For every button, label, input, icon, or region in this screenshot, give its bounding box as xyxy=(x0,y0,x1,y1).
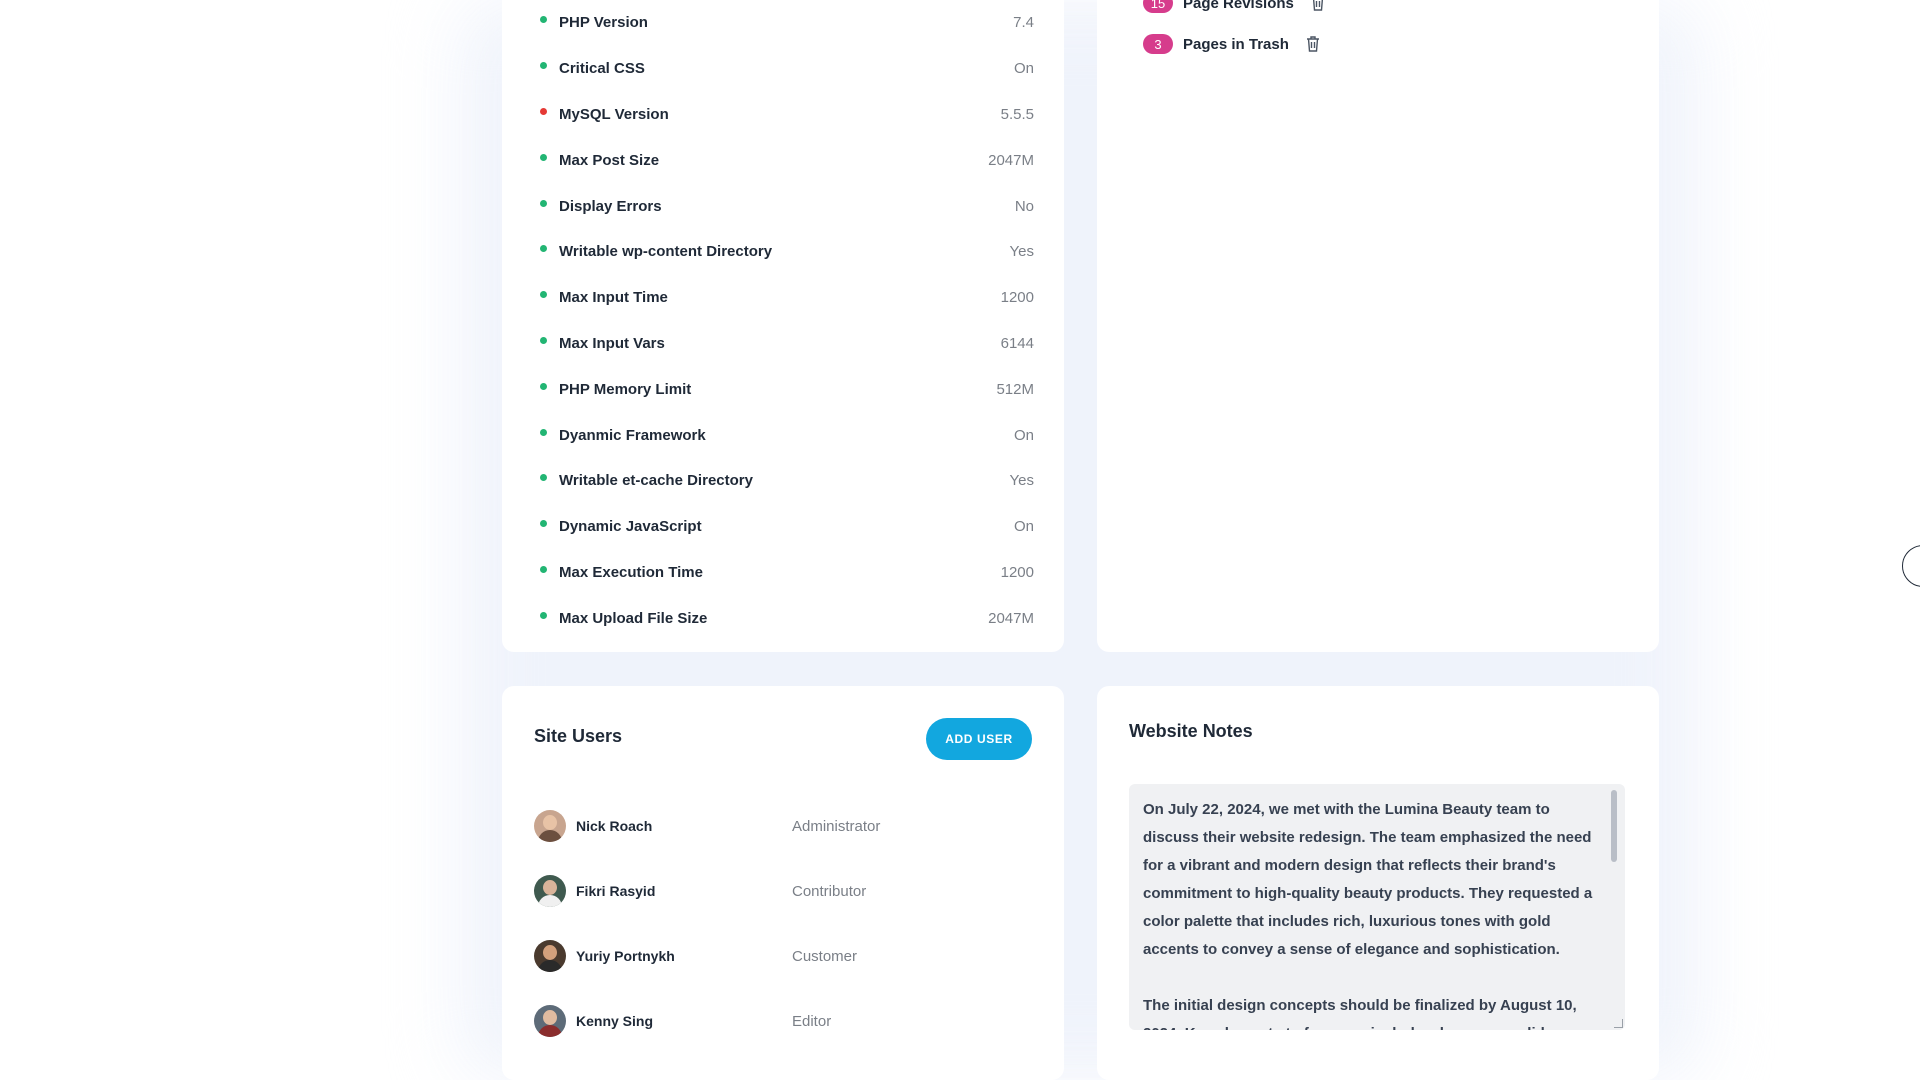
avatar xyxy=(534,875,566,907)
health-row: Critical CSS On xyxy=(540,46,1034,92)
status-dot xyxy=(540,153,547,161)
status-dot xyxy=(540,336,547,344)
user-role: Administrator xyxy=(792,817,881,835)
health-label: Display Errors xyxy=(559,197,662,215)
health-value: On xyxy=(1013,60,1034,78)
avatar xyxy=(534,940,566,972)
health-row: PHP Version 7.4 xyxy=(540,0,1034,46)
user-row[interactable]: Fikri Rasyid Contributor xyxy=(534,875,1034,907)
notes-scrollbar[interactable] xyxy=(1611,790,1617,862)
health-row: Writable et-cache Directory Yes xyxy=(540,458,1034,504)
status-dot xyxy=(540,520,547,528)
health-label: Writable wp-content Directory xyxy=(559,243,773,261)
health-value: 6144 xyxy=(1000,334,1034,352)
notes-paragraph: On July 22, 2024, we met with the Lumina… xyxy=(1143,801,1593,958)
health-row: Max Input Time 1200 xyxy=(540,275,1034,321)
site-users-card: Site Users ADD USER Nick Roach Administr… xyxy=(502,686,1064,1080)
site-health-card: PHP Version 7.4 Critical CSS On MySQL Vers… xyxy=(502,0,1064,652)
health-value: 2047M xyxy=(988,151,1034,169)
cleanup-item-trash: 3 Pages in Trash xyxy=(1143,34,1321,54)
health-label: MySQL Version xyxy=(559,105,669,123)
count-badge: 15 xyxy=(1143,0,1173,13)
status-dot xyxy=(540,382,547,390)
health-row: Max Post Size 2047M xyxy=(540,137,1034,183)
avatar xyxy=(534,810,566,842)
status-dot xyxy=(540,291,547,299)
health-row: MySQL Version 5.5.5 xyxy=(540,92,1034,138)
cleanup-label: Page Revisions xyxy=(1183,0,1294,12)
health-label: Max Post Size xyxy=(559,151,660,169)
health-value: 7.4 xyxy=(1013,14,1034,32)
user-name: Fikri Rasyid xyxy=(576,883,656,899)
user-role: Contributor xyxy=(792,882,867,900)
resize-handle[interactable] xyxy=(1614,1019,1623,1028)
user-row[interactable]: Kenny Sing Editor xyxy=(534,1005,1034,1037)
health-value: Yes xyxy=(1009,472,1034,490)
notes-title: Website Notes xyxy=(1129,721,1253,741)
dashboard-page: PHP Version 7.4 Critical CSS On MySQL Vers… xyxy=(0,0,1920,1080)
user-name: Kenny Sing xyxy=(576,1013,654,1029)
health-row: Max Upload File Size 2047M xyxy=(540,595,1034,641)
website-notes-card: Website Notes On July 22, 2024, we met w… xyxy=(1097,686,1659,1080)
status-dot xyxy=(540,62,547,70)
health-label: Max Execution Time xyxy=(559,563,703,581)
status-dot xyxy=(540,565,547,573)
user-role: Editor xyxy=(792,1012,832,1030)
status-dot xyxy=(540,611,547,619)
trash-icon[interactable] xyxy=(1305,35,1321,53)
status-dot xyxy=(540,107,547,115)
add-user-button[interactable]: ADD USER xyxy=(926,718,1032,760)
health-row: Display Errors No xyxy=(540,183,1034,229)
health-row: Writable wp-content Directory Yes xyxy=(540,229,1034,275)
health-label: Dyanmic Framework xyxy=(559,426,706,444)
status-dot xyxy=(540,16,547,24)
health-row: Max Execution Time 1200 xyxy=(540,550,1034,596)
health-list: PHP Version 7.4 Critical CSS On MySQL Vers… xyxy=(540,0,1034,641)
floating-circle-button[interactable] xyxy=(1902,545,1920,587)
health-row: Dyanmic Framework On xyxy=(540,412,1034,458)
health-label: PHP Memory Limit xyxy=(559,380,692,398)
health-label: Max Input Vars xyxy=(559,334,665,352)
avatar xyxy=(534,1005,566,1037)
status-dot xyxy=(540,474,547,482)
health-row: PHP Memory Limit 512M xyxy=(540,366,1034,412)
health-value: 2047M xyxy=(988,609,1034,627)
user-name: Yuriy Portnykh xyxy=(576,948,675,964)
status-dot xyxy=(540,245,547,253)
health-value: 5.5.5 xyxy=(1000,105,1034,123)
count-badge: 3 xyxy=(1143,34,1173,54)
user-name: Nick Roach xyxy=(576,818,653,834)
notes-textarea[interactable]: On July 22, 2024, we met with the Lumina… xyxy=(1129,784,1625,1030)
status-dot xyxy=(540,428,547,436)
health-label: Writable et-cache Directory xyxy=(559,472,753,490)
status-dot xyxy=(540,199,547,207)
user-row[interactable]: Yuriy Portnykh Customer xyxy=(534,940,1034,972)
health-label: Max Input Time xyxy=(559,289,668,307)
health-value: 1200 xyxy=(1000,289,1034,307)
cleanup-label: Pages in Trash xyxy=(1183,35,1289,53)
cleanup-item-revisions: 15 Page Revisions xyxy=(1143,0,1326,13)
health-row: Max Input Vars 6144 xyxy=(540,321,1034,367)
health-label: Critical CSS xyxy=(559,60,645,78)
health-label: PHP Version xyxy=(559,14,648,32)
health-value: On xyxy=(1013,518,1034,536)
users-title: Site Users xyxy=(534,726,623,746)
user-role: Customer xyxy=(792,947,858,965)
trash-icon[interactable] xyxy=(1310,0,1326,12)
health-value: 512M xyxy=(996,380,1034,398)
notes-paragraph: The initial design concepts should be fi… xyxy=(1143,997,1577,1030)
health-label: Dynamic JavaScript xyxy=(559,518,702,536)
health-value: 1200 xyxy=(1000,563,1034,581)
site-cleanup-card: 15 Page Revisions 3 Pages in Trash xyxy=(1097,0,1659,652)
health-row: Dynamic JavaScript On xyxy=(540,504,1034,550)
health-value: Yes xyxy=(1009,243,1034,261)
health-value: On xyxy=(1013,426,1034,444)
health-label: Max Upload File Size xyxy=(559,609,708,627)
health-value: No xyxy=(1014,197,1034,215)
user-row[interactable]: Nick Roach Administrator xyxy=(534,810,1034,842)
